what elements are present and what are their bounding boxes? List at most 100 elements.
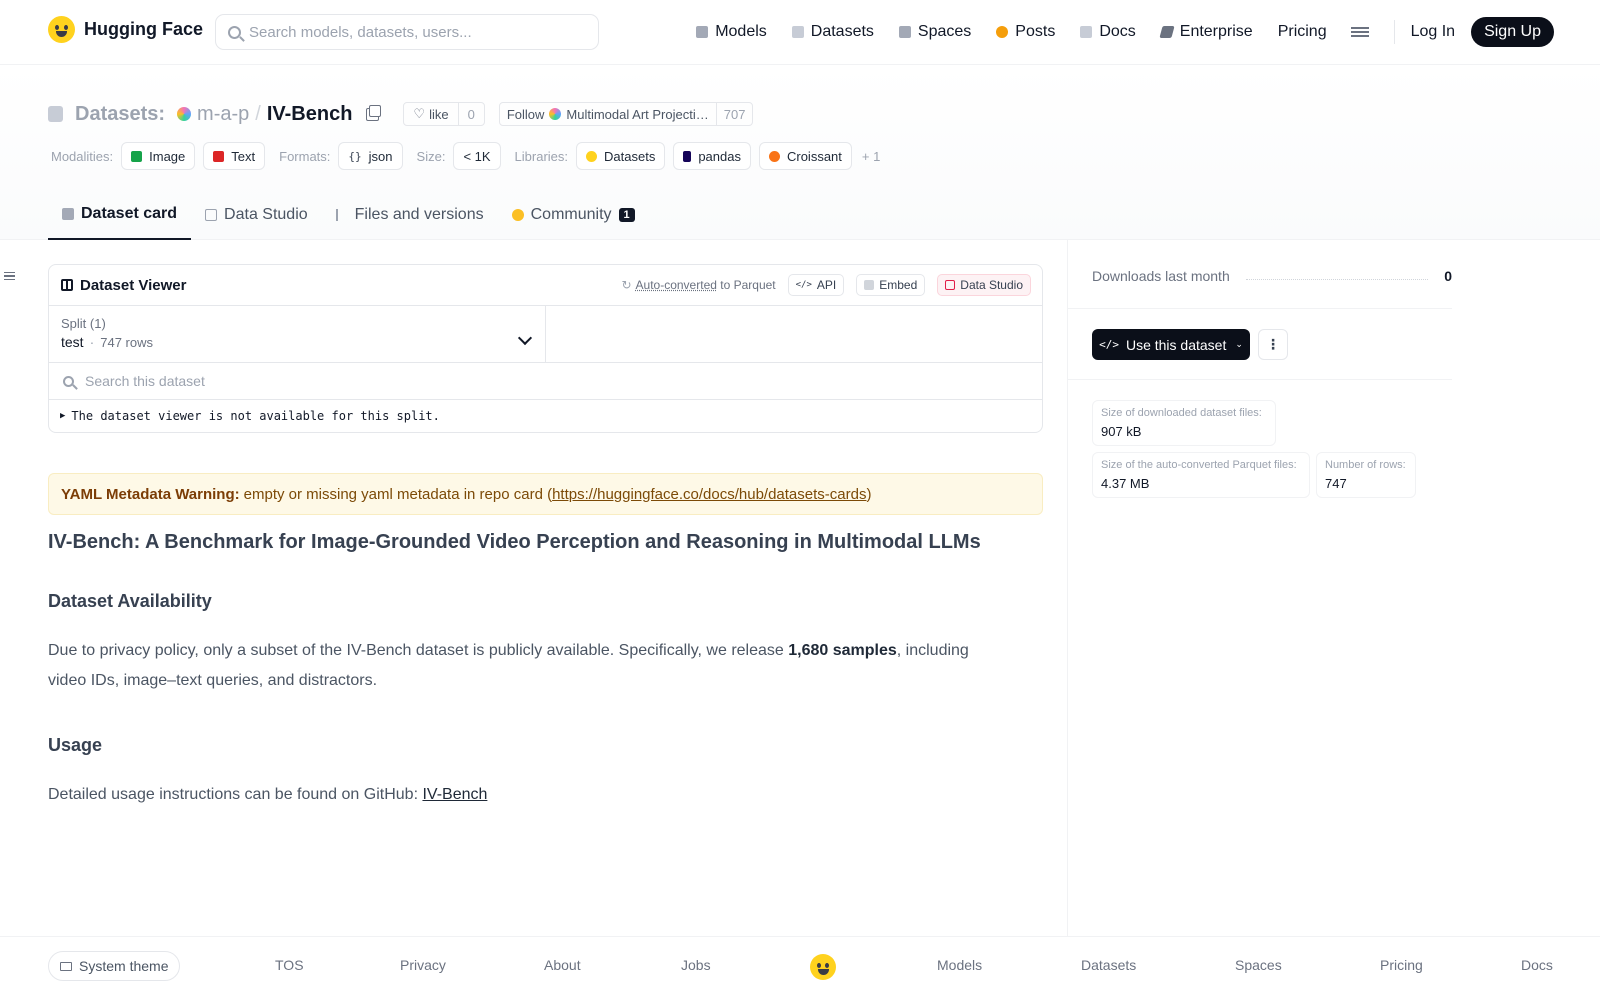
- split-rows: 747 rows: [100, 335, 153, 350]
- tag-size[interactable]: < 1K: [453, 142, 501, 170]
- nav-docs[interactable]: Docs: [1080, 23, 1136, 41]
- login-link[interactable]: Log In: [1411, 23, 1455, 41]
- use-dataset-label: Use this dataset: [1125, 336, 1227, 353]
- like-label: like: [429, 106, 449, 122]
- breadcrumb-datasets[interactable]: Datasets:: [75, 103, 165, 126]
- auto-converted-link[interactable]: Auto-converted: [636, 278, 717, 292]
- tag-croissant-label: Croissant: [786, 148, 842, 164]
- tab-dataset-card[interactable]: Dataset card: [48, 190, 192, 240]
- follower-count: 707: [715, 103, 753, 125]
- footer-link-jobs[interactable]: Jobs: [681, 957, 711, 973]
- tag-text[interactable]: Text: [203, 142, 266, 170]
- tag-pandas[interactable]: pandas: [673, 142, 751, 170]
- nav-pricing[interactable]: Pricing: [1278, 23, 1327, 41]
- like-button[interactable]: ♡ like 0: [403, 102, 485, 126]
- data-studio-button[interactable]: Data Studio: [937, 274, 1031, 296]
- github-link[interactable]: IV-Bench: [422, 786, 487, 803]
- split-value: test · 747 rows: [61, 334, 533, 350]
- heart-icon: ♡: [413, 106, 426, 121]
- database-icon: [791, 26, 804, 38]
- follow-button[interactable]: Follow Multimodal Art Projecti… 707: [498, 102, 754, 126]
- nav-spaces[interactable]: Spaces: [898, 23, 971, 41]
- stat-row-count: Number of rows: 747: [1316, 452, 1416, 498]
- footer-link-tos[interactable]: TOS: [275, 957, 304, 973]
- stat-row-count-label: Number of rows:: [1325, 459, 1406, 471]
- footer-link-about[interactable]: About: [544, 957, 581, 973]
- embed-button[interactable]: Embed: [856, 274, 926, 296]
- nav-posts[interactable]: Posts: [996, 23, 1055, 41]
- table-icon: [945, 280, 956, 290]
- brand[interactable]: Hugging Face: [48, 16, 203, 43]
- use-dataset-button[interactable]: </> Use this dataset ⌄: [1092, 329, 1250, 360]
- braces-icon: {}: [348, 149, 362, 163]
- hugging-face-logo-icon[interactable]: [810, 954, 836, 980]
- chevron-down-icon: ⌄: [1235, 339, 1243, 349]
- yaml-docs-link[interactable]: https://huggingface.co/docs/hub/datasets…: [552, 486, 866, 503]
- tag-image[interactable]: Image: [121, 142, 196, 170]
- tab-files-label: Files and versions: [354, 206, 484, 223]
- theme-toggle-button[interactable]: System theme: [48, 951, 181, 981]
- footer-link-pricing[interactable]: Pricing: [1380, 957, 1423, 973]
- hugging-face-logo-icon: [48, 16, 75, 43]
- tag-croissant[interactable]: Croissant: [758, 142, 852, 170]
- book-icon: [1080, 26, 1093, 38]
- more-options-icon[interactable]: ⋮: [1258, 329, 1288, 360]
- footer-link-spaces[interactable]: Spaces: [1235, 957, 1282, 973]
- text-icon: [213, 150, 225, 162]
- tag-pandas-label: pandas: [698, 148, 741, 164]
- code-icon: </>: [1099, 338, 1119, 351]
- api-button[interactable]: </> API: [787, 274, 845, 296]
- nav-enterprise[interactable]: Enterprise: [1159, 23, 1253, 41]
- size-label: Size:: [416, 148, 446, 164]
- nav-divider: [1393, 20, 1395, 44]
- footer-link-datasets[interactable]: Datasets: [1081, 957, 1136, 973]
- tag-text-label: Text: [231, 148, 256, 164]
- more-tags-link[interactable]: + 1: [862, 149, 880, 164]
- tag-json[interactable]: {} json: [338, 142, 403, 170]
- grid-icon: [898, 26, 911, 38]
- repo-tabs: Dataset card Data Studio Files and versi…: [48, 190, 649, 240]
- toc-toggle-icon[interactable]: [4, 272, 15, 280]
- tab-community[interactable]: Community 1: [498, 190, 649, 240]
- nav-links: Models Datasets Spaces Posts Docs Enterp…: [671, 16, 1554, 48]
- nav-datasets[interactable]: Datasets: [791, 23, 874, 41]
- signup-button[interactable]: Sign Up: [1471, 17, 1554, 47]
- footer-link-privacy[interactable]: Privacy: [400, 957, 446, 973]
- footer-link-models[interactable]: Models: [937, 957, 982, 973]
- yaml-warning: YAML Metadata Warning: empty or missing …: [48, 473, 1043, 515]
- theme-label: System theme: [79, 958, 169, 974]
- tab-data-studio-label: Data Studio: [224, 206, 308, 223]
- tab-data-studio[interactable]: Data Studio: [191, 190, 322, 240]
- footer-link-docs[interactable]: Docs: [1521, 957, 1553, 973]
- global-search-input[interactable]: [249, 23, 569, 41]
- code-icon: </>: [795, 280, 812, 290]
- stat-parquet-size: Size of the auto-converted Parquet files…: [1092, 452, 1310, 498]
- tag-datasets-lib[interactable]: Datasets: [576, 142, 666, 170]
- table-icon: [61, 279, 73, 291]
- tab-files-versions[interactable]: Files and versions: [322, 190, 498, 240]
- nav-models[interactable]: Models: [696, 23, 767, 41]
- org-avatar[interactable]: [177, 107, 192, 121]
- viewer-title: Dataset Viewer: [80, 276, 187, 294]
- split-row: Split (1) test · 747 rows: [49, 306, 1042, 363]
- dataset-search-input[interactable]: [85, 373, 965, 389]
- global-search[interactable]: [215, 14, 599, 50]
- database-icon: [48, 106, 63, 122]
- tag-json-label: json: [368, 148, 393, 164]
- more-menu-icon[interactable]: [1350, 27, 1369, 37]
- auto-converted-note: ↻ Auto-converted to Parquet: [621, 278, 775, 292]
- dataset-search[interactable]: [49, 363, 1042, 400]
- availability-text-1: Due to privacy policy, only a subset of …: [48, 642, 789, 659]
- like-count: 0: [457, 103, 484, 125]
- top-nav: Hugging Face Models Datasets Spaces Post…: [0, 0, 1600, 65]
- tag-datasets-label: Datasets: [604, 148, 656, 164]
- libraries-label: Libraries:: [514, 148, 569, 164]
- stat-download-size-label: Size of downloaded dataset files:: [1101, 407, 1262, 419]
- copy-icon[interactable]: [366, 104, 382, 121]
- dataset-name-link[interactable]: IV-Bench: [267, 103, 353, 126]
- viewer-unavailable-details[interactable]: ▶ The dataset viewer is not available fo…: [49, 400, 1042, 431]
- brand-name: Hugging Face: [84, 19, 204, 39]
- org-name-link[interactable]: m-a-p: [197, 103, 249, 126]
- split-select[interactable]: Split (1) test · 747 rows: [49, 306, 546, 362]
- search-icon: [63, 375, 74, 387]
